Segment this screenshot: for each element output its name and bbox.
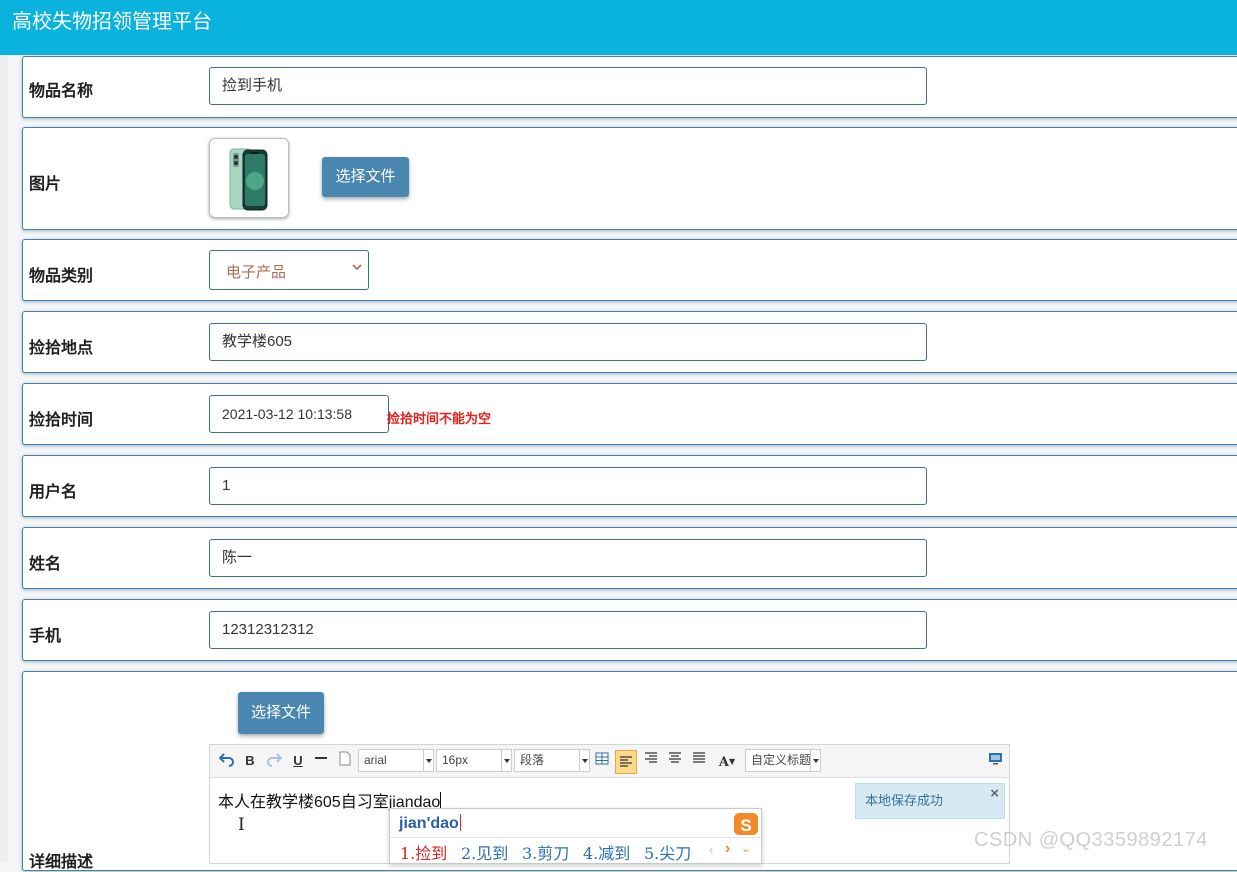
time-error-message: 捡拾时间不能为空	[387, 411, 492, 426]
sogou-logo-icon: S	[733, 810, 761, 838]
local-save-notice: 本地保存成功 ×	[855, 783, 1005, 819]
font-size-select[interactable]: 16px	[436, 749, 512, 772]
watermark: CSDN @QQ3359892174	[974, 829, 1208, 851]
ime-candidate-3[interactable]: 3.剪刀	[522, 840, 569, 864]
phone-row: 手机 12312312312	[22, 599, 1237, 661]
time-row: 捡拾时间 2021-03-12 10:13:58 捡拾时间不能为空	[22, 383, 1237, 445]
phone-label: 手机	[29, 628, 62, 645]
horizontal-rule-icon[interactable]	[313, 751, 329, 771]
editor-toolbar: B U arial 16px 段落 A▼ 自定义标题	[210, 745, 1009, 778]
description-label: 详细描述	[29, 854, 94, 871]
align-justify-icon[interactable]	[690, 751, 708, 771]
username-label: 用户名	[29, 484, 78, 501]
ime-pinyin: jian'dao	[399, 814, 461, 832]
ime-candidate-1[interactable]: 1.捡到	[400, 840, 447, 864]
align-center-icon[interactable]	[666, 751, 684, 771]
image-select-file-button[interactable]: 选择文件	[322, 157, 409, 197]
font-color-icon[interactable]: A▼	[715, 751, 739, 771]
name-input[interactable]: 陈一	[209, 539, 927, 577]
username-row: 用户名 1	[22, 455, 1237, 517]
bold-icon[interactable]: B	[242, 751, 258, 771]
chevron-down-icon	[352, 264, 362, 271]
username-input[interactable]: 1	[209, 467, 927, 505]
font-family-select[interactable]: arial	[358, 749, 434, 772]
phone-input[interactable]: 12312312312	[209, 611, 927, 649]
font-size-value: 16px	[442, 753, 469, 767]
app-header: 高校失物招领管理平台	[0, 0, 1237, 55]
location-label: 捡拾地点	[29, 340, 94, 357]
category-select[interactable]: 电子产品	[209, 250, 369, 290]
ime-expand-icon[interactable]: ⌄	[741, 842, 750, 855]
font-family-value: arial	[364, 753, 387, 767]
time-input[interactable]: 2021-03-12 10:13:58	[209, 395, 389, 433]
ime-candidate-window: jian'dao S 1.捡到 2.见到 3.剪刀 4.减到 5.尖刀 ‹ › …	[389, 808, 762, 864]
left-strip	[0, 55, 8, 862]
text-cursor-icon: I	[238, 815, 245, 835]
undo-icon[interactable]	[218, 751, 236, 771]
time-label: 捡拾时间	[29, 412, 94, 429]
description-select-file-button[interactable]: 选择文件	[238, 692, 324, 734]
name-row: 姓名 陈一	[22, 527, 1237, 589]
paragraph-select[interactable]: 段落	[514, 749, 590, 772]
ime-next-page-icon[interactable]: ›	[725, 840, 730, 858]
ime-candidate-2[interactable]: 2.见到	[461, 840, 508, 864]
custom-title-select[interactable]: 自定义标题	[745, 749, 821, 772]
category-row: 物品类别 电子产品	[22, 239, 1237, 301]
category-label: 物品类别	[29, 268, 94, 285]
page-icon[interactable]	[337, 751, 353, 771]
redo-icon[interactable]	[265, 751, 283, 771]
underline-icon[interactable]: U	[290, 751, 306, 771]
paragraph-value: 段落	[520, 753, 545, 767]
ime-candidate-5[interactable]: 5.尖刀	[644, 840, 691, 864]
sogou-logo-letter: S	[740, 816, 751, 835]
custom-title-value: 自定义标题	[751, 753, 812, 767]
item-name-row: 物品名称 捡到手机	[22, 56, 1237, 118]
item-name-input[interactable]: 捡到手机	[209, 67, 927, 105]
ime-candidate-4[interactable]: 4.减到	[583, 840, 630, 864]
name-label: 姓名	[29, 556, 62, 573]
align-left-icon[interactable]	[615, 750, 637, 774]
image-label: 图片	[29, 176, 62, 193]
close-icon[interactable]: ×	[990, 777, 999, 811]
phone-thumbnail	[209, 138, 289, 218]
item-name-label: 物品名称	[29, 83, 94, 100]
location-input[interactable]: 教学楼605	[209, 323, 927, 361]
align-right-icon[interactable]	[642, 751, 660, 771]
app-title: 高校失物招领管理平台	[12, 11, 212, 33]
image-row: 图片 选择文件	[22, 127, 1237, 230]
location-row: 捡拾地点 教学楼605	[22, 311, 1237, 373]
ime-prev-page-icon[interactable]: ‹	[709, 842, 713, 857]
fullscreen-icon[interactable]	[986, 751, 1004, 771]
table-icon[interactable]	[594, 751, 610, 771]
phone-image-icon	[229, 148, 268, 211]
category-selected-value: 电子产品	[226, 264, 287, 281]
